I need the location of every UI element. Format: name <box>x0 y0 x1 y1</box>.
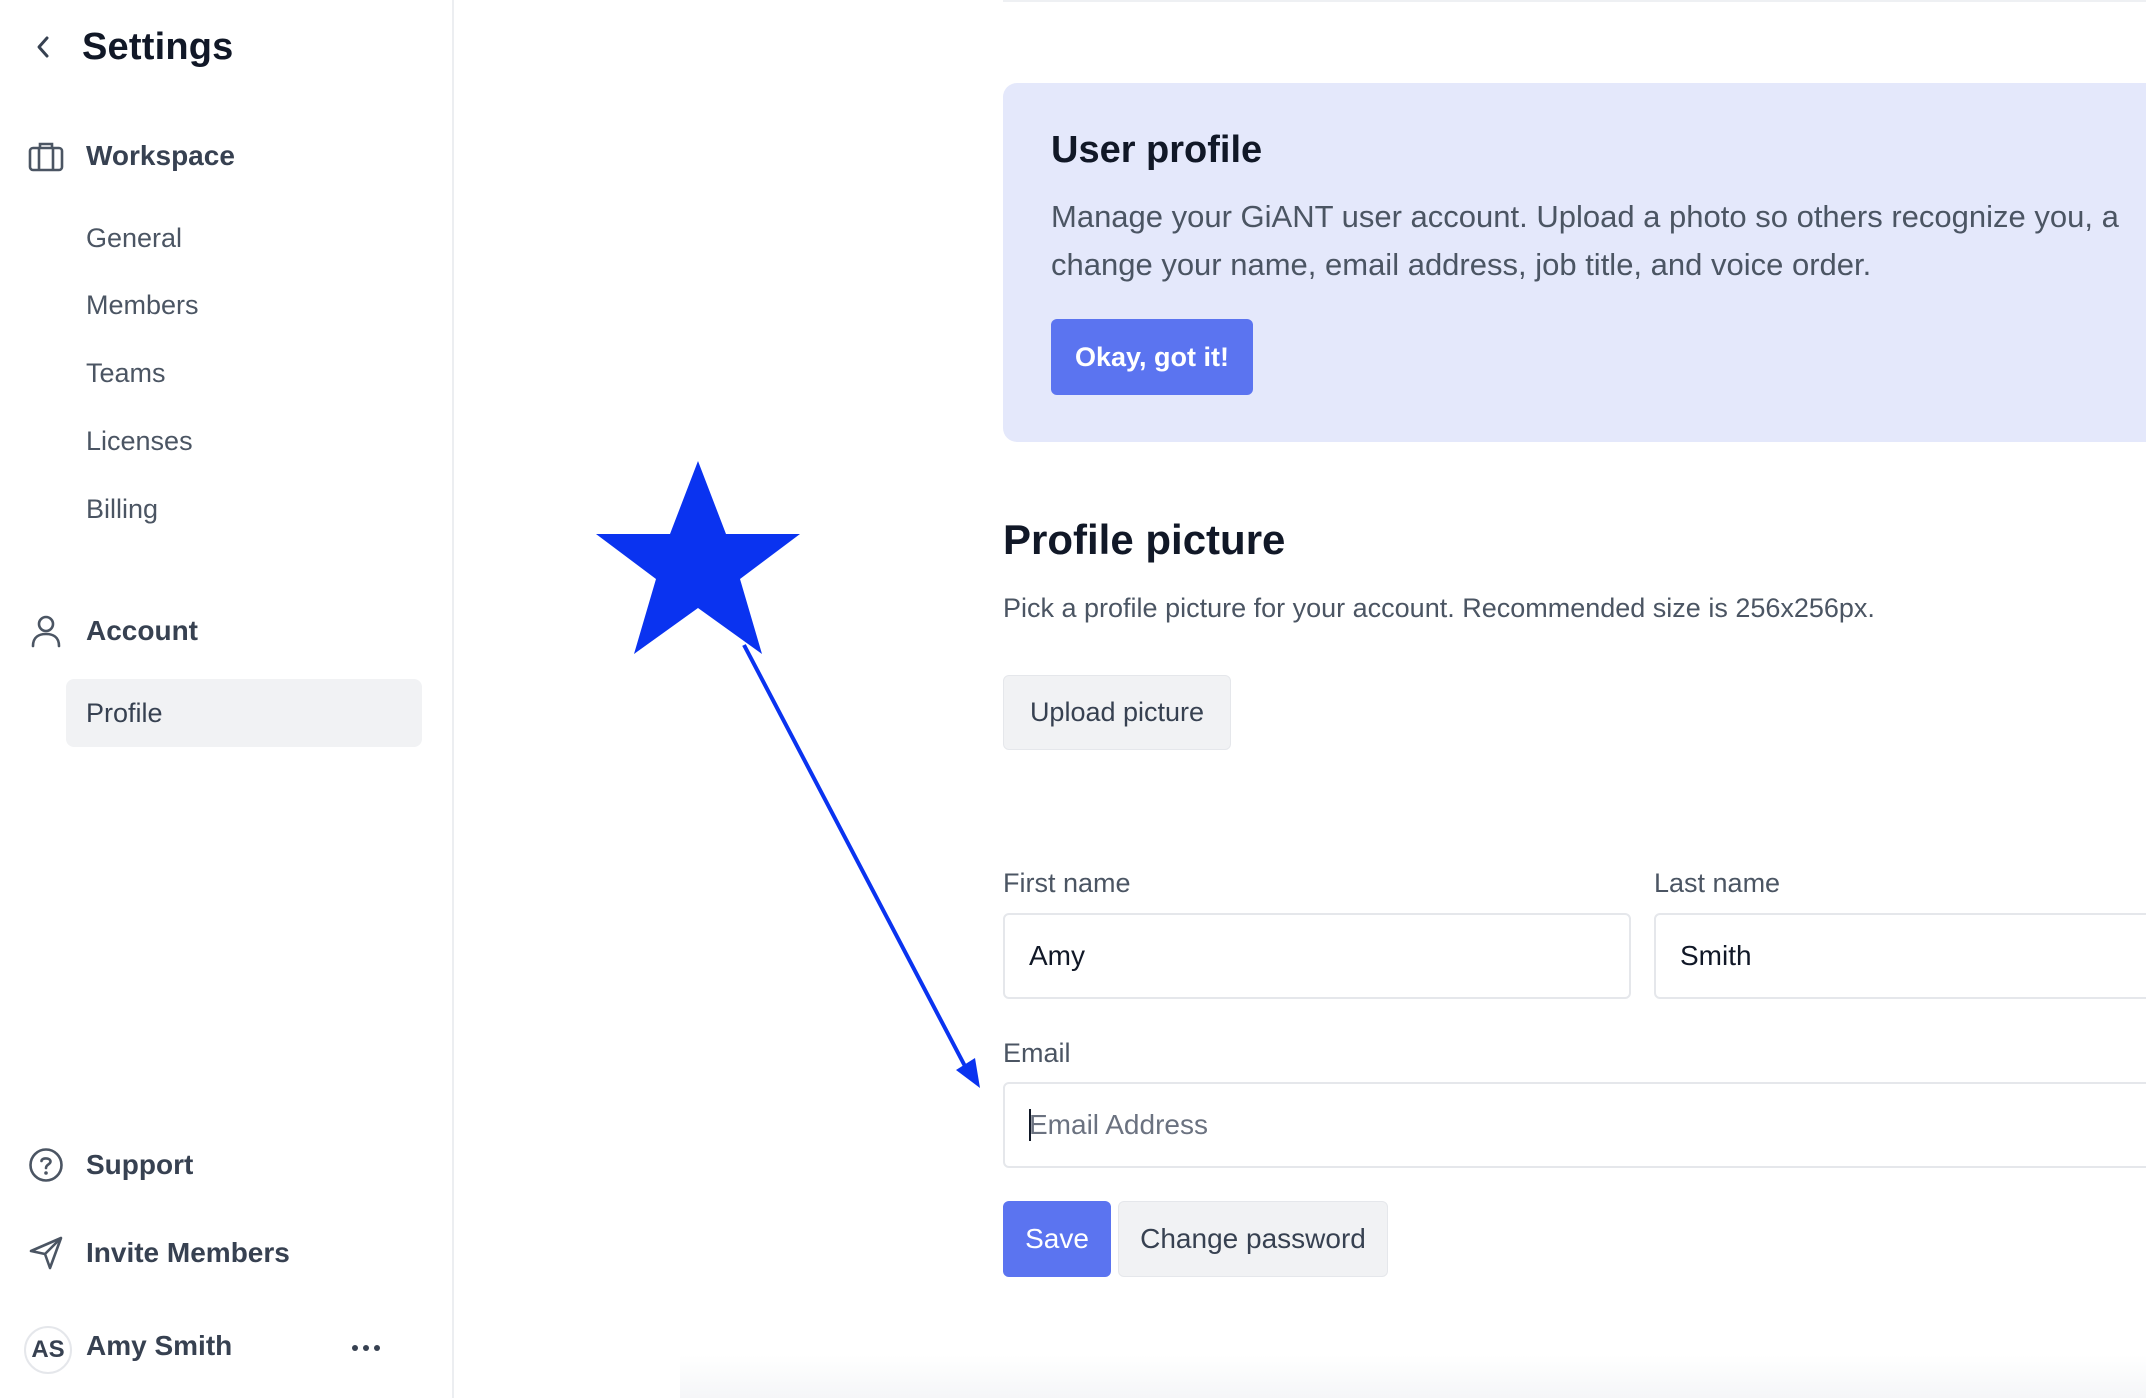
sidebar-section-label: Account <box>86 615 198 646</box>
first-name-field[interactable] <box>1003 913 1631 999</box>
user-name: Amy Smith <box>86 1330 233 1361</box>
sidebar-section-label: Workspace <box>86 140 235 171</box>
user-profile-banner: User profile Manage your GiANT user acco… <box>1003 83 2146 442</box>
sidebar-section-workspace[interactable]: Workspace <box>28 138 235 174</box>
top-divider <box>1003 0 2146 2</box>
sidebar-title: Settings <box>82 25 234 68</box>
sidebar-invite-members[interactable]: Invite Members <box>28 1235 290 1271</box>
invite-members-label: Invite Members <box>86 1237 290 1268</box>
banner-description: Manage your GiANT user account. Upload a… <box>1051 199 2119 282</box>
email-label: Email <box>1003 1038 1071 1068</box>
last-name-field[interactable] <box>1654 913 2146 999</box>
change-password-button[interactable]: Change password <box>1118 1201 1388 1277</box>
sidebar-item-teams[interactable]: Teams <box>66 339 422 407</box>
user-icon <box>28 613 64 649</box>
profile-picture-help: Pick a profile picture for your account.… <box>1003 593 1875 623</box>
bottom-shadow <box>680 1355 2146 1398</box>
sidebar-item-licenses[interactable]: Licenses <box>66 407 422 475</box>
sidebar-support[interactable]: Support <box>28 1147 193 1183</box>
settings-sidebar: Settings Workspace General Members Teams… <box>0 0 454 1398</box>
upload-picture-button[interactable]: Upload picture <box>1003 675 1231 750</box>
sidebar-item-members[interactable]: Members <box>66 271 422 339</box>
arrow-head-icon <box>956 1058 980 1088</box>
annotation-arrow-line <box>742 644 969 1071</box>
send-icon <box>28 1235 64 1271</box>
save-button[interactable]: Save <box>1003 1201 1111 1277</box>
help-circle-icon <box>28 1147 64 1183</box>
support-label: Support <box>86 1149 194 1180</box>
profile-picture-heading: Profile picture <box>1003 516 1286 563</box>
sidebar-item-billing[interactable]: Billing <box>66 475 422 543</box>
star-icon <box>596 461 800 654</box>
sidebar-item-general[interactable]: General <box>66 204 422 272</box>
more-horizontal-icon[interactable] <box>348 1334 384 1362</box>
last-name-label: Last name <box>1654 868 1781 898</box>
avatar[interactable]: AS <box>24 1326 72 1374</box>
first-name-label: First name <box>1003 868 1131 898</box>
sidebar-item-profile[interactable]: Profile <box>66 679 422 747</box>
sidebar-header: Settings <box>30 22 234 72</box>
banner-title: User profile <box>1051 129 1263 171</box>
email-field[interactable] <box>1003 1082 2146 1168</box>
sidebar-section-account[interactable]: Account <box>28 613 198 649</box>
okay-got-it-button[interactable]: Okay, got it! <box>1051 319 1254 395</box>
briefcase-icon <box>28 138 64 174</box>
chevron-left-icon[interactable] <box>30 34 56 60</box>
text-caret <box>1029 1109 1031 1141</box>
